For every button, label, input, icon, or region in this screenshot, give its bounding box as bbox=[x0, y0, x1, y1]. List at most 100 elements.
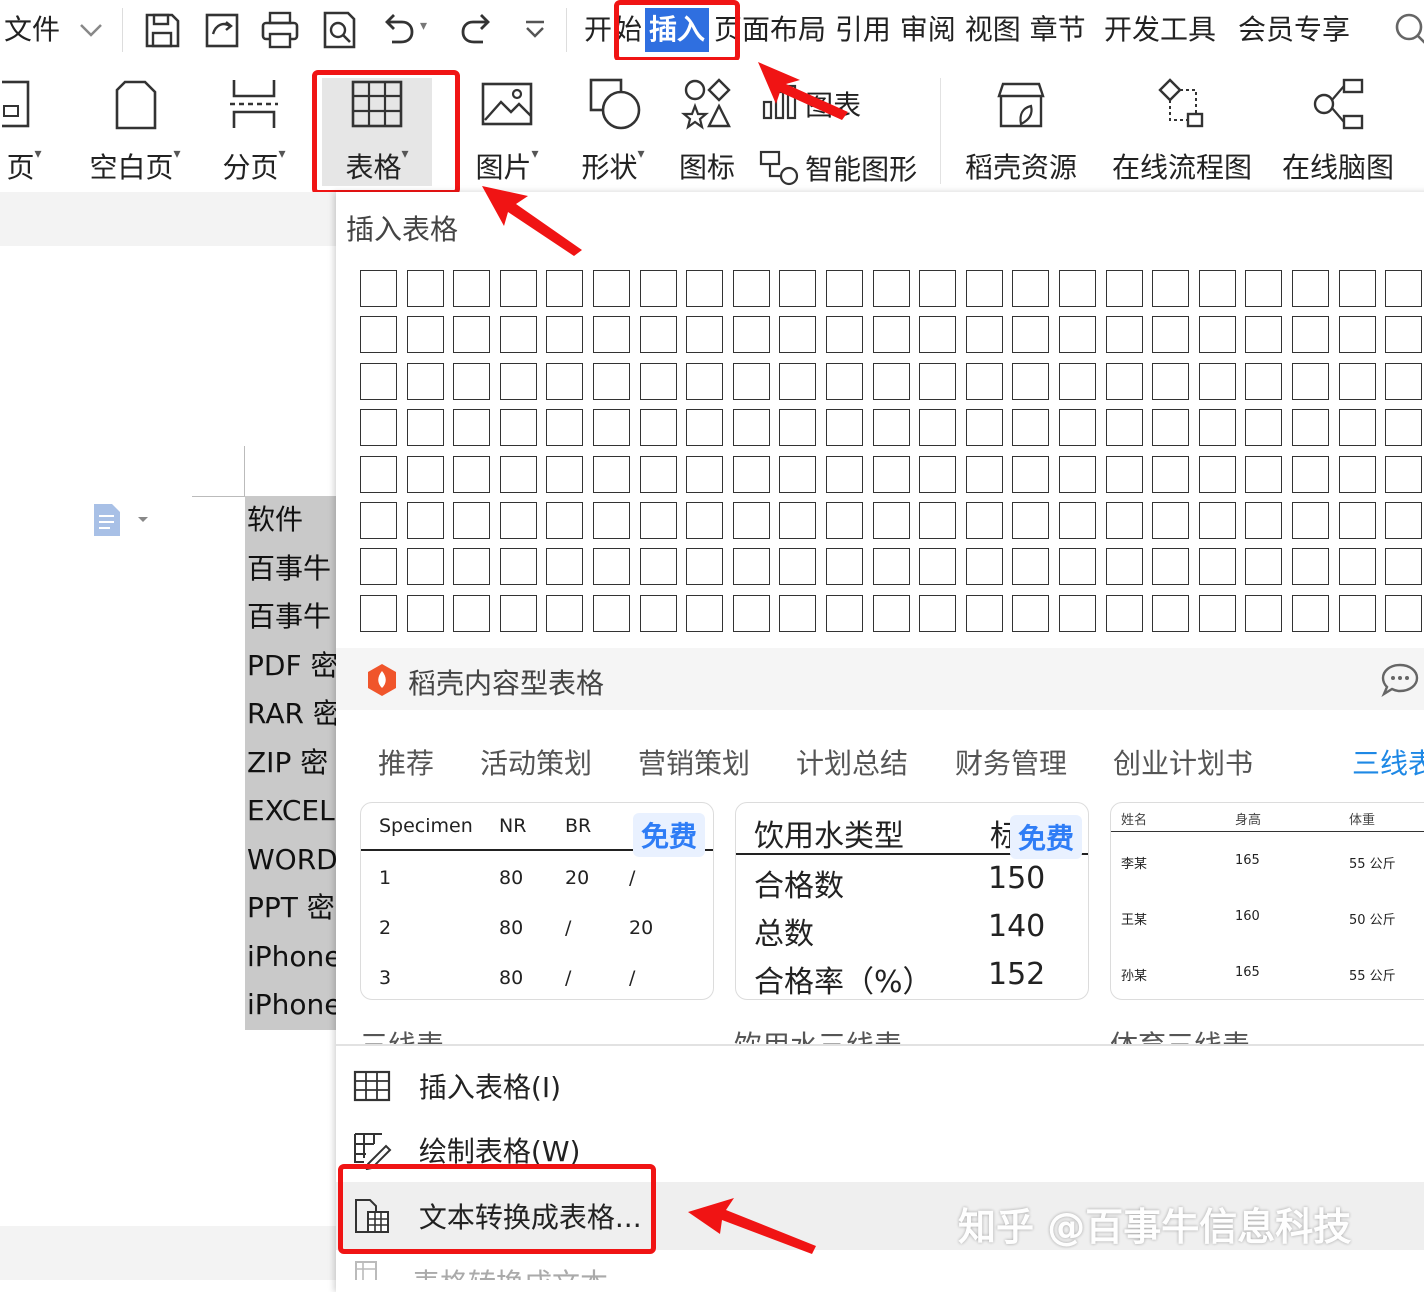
table-grid-cell[interactable] bbox=[499, 270, 537, 307]
search-icon[interactable] bbox=[1392, 10, 1424, 54]
table-grid-cell[interactable] bbox=[639, 502, 677, 539]
document-line[interactable]: iPhone bbox=[245, 981, 336, 1030]
table-grid-cell[interactable] bbox=[1338, 270, 1376, 307]
export-icon[interactable] bbox=[200, 8, 244, 52]
table-grid-cell[interactable] bbox=[453, 594, 491, 632]
table-grid-cell[interactable] bbox=[1338, 548, 1376, 586]
table-grid-cell[interactable] bbox=[1338, 409, 1376, 447]
table-grid-cell[interactable] bbox=[1152, 409, 1190, 447]
table-grid-cell[interactable] bbox=[639, 594, 677, 632]
table-grid-cell[interactable] bbox=[360, 316, 397, 354]
table-grid-cell[interactable] bbox=[965, 455, 1003, 493]
table-grid-cell[interactable] bbox=[1245, 270, 1283, 307]
table-grid-cell[interactable] bbox=[360, 594, 397, 632]
customize-toolbar-icon[interactable] bbox=[522, 14, 548, 48]
table-grid-cell[interactable] bbox=[686, 409, 724, 447]
table-grid-cell[interactable] bbox=[1292, 409, 1329, 447]
category-recommended[interactable]: 推荐 bbox=[378, 742, 434, 782]
table-grid-cell[interactable] bbox=[406, 270, 444, 307]
table-grid-cell[interactable] bbox=[826, 548, 863, 586]
table-grid-cell[interactable] bbox=[1198, 409, 1236, 447]
table-grid-cell[interactable] bbox=[360, 409, 397, 447]
table-grid-cell[interactable] bbox=[1198, 455, 1236, 493]
picture-button[interactable]: 图片▾ bbox=[462, 76, 552, 188]
table-grid-cell[interactable] bbox=[1292, 362, 1329, 400]
table-grid-cell[interactable] bbox=[406, 502, 444, 539]
table-grid-cell[interactable] bbox=[919, 455, 957, 493]
table-grid-cell[interactable] bbox=[1198, 270, 1236, 307]
table-grid-cell[interactable] bbox=[639, 548, 677, 586]
table-grid-cell[interactable] bbox=[1012, 502, 1050, 539]
table-grid-cell[interactable] bbox=[453, 409, 491, 447]
table-grid-cell[interactable] bbox=[1012, 548, 1050, 586]
table-grid-cell[interactable] bbox=[593, 502, 630, 539]
table-grid-cell[interactable] bbox=[826, 455, 863, 493]
table-grid-cell[interactable] bbox=[965, 270, 1003, 307]
table-grid-cell[interactable] bbox=[1012, 362, 1050, 400]
table-grid-cell[interactable] bbox=[1152, 594, 1190, 632]
table-grid-cell[interactable] bbox=[732, 409, 770, 447]
tab-member[interactable]: 会员专享 bbox=[1238, 0, 1350, 60]
table-grid-cell[interactable] bbox=[872, 594, 910, 632]
table-grid-cell[interactable] bbox=[779, 316, 817, 354]
table-grid-cell[interactable] bbox=[1105, 316, 1143, 354]
table-grid-cell[interactable] bbox=[1245, 316, 1283, 354]
table-grid-cell[interactable] bbox=[779, 594, 817, 632]
online-flowchart-button[interactable]: 在线流程图 bbox=[1106, 76, 1258, 188]
table-grid-cell[interactable] bbox=[546, 455, 584, 493]
table-grid-cell[interactable] bbox=[1059, 362, 1096, 400]
chart-button[interactable]: 图表 bbox=[760, 84, 861, 128]
table-grid-cell[interactable] bbox=[546, 316, 584, 354]
table-grid-cell[interactable] bbox=[360, 502, 397, 539]
table-grid-cell[interactable] bbox=[779, 270, 817, 307]
table-grid-cell[interactable] bbox=[872, 455, 910, 493]
table-grid-cell[interactable] bbox=[453, 502, 491, 539]
table-grid-cell[interactable] bbox=[499, 594, 537, 632]
table-grid-cell[interactable] bbox=[639, 362, 677, 400]
table-grid-cell[interactable] bbox=[546, 362, 584, 400]
table-grid-cell[interactable] bbox=[686, 316, 724, 354]
table-grid-cell[interactable] bbox=[1152, 270, 1190, 307]
table-grid-cell[interactable] bbox=[453, 270, 491, 307]
table-grid-cell[interactable] bbox=[546, 270, 584, 307]
template-card-drinking-water[interactable]: 饮用水类型 标 合格数 150 总数 140 合格率（%） 152 免费 bbox=[735, 802, 1089, 1000]
table-grid-cell[interactable] bbox=[1245, 362, 1283, 400]
table-grid-cell[interactable] bbox=[826, 362, 863, 400]
table-grid-cell[interactable] bbox=[1198, 316, 1236, 354]
table-grid-cell[interactable] bbox=[732, 594, 770, 632]
table-grid-cell[interactable] bbox=[546, 594, 584, 632]
category-plan-summary[interactable]: 计划总结 bbox=[796, 742, 908, 782]
table-grid-cell[interactable] bbox=[872, 362, 910, 400]
table-grid-cell[interactable] bbox=[1198, 594, 1236, 632]
chevron-down-icon[interactable] bbox=[78, 12, 104, 52]
table-grid-cell[interactable] bbox=[499, 316, 537, 354]
table-grid-cell[interactable] bbox=[1152, 316, 1190, 354]
table-grid-cell[interactable] bbox=[1385, 548, 1423, 586]
table-grid-cell[interactable] bbox=[499, 548, 537, 586]
table-grid-cell[interactable] bbox=[779, 362, 817, 400]
table-grid-cell[interactable] bbox=[1385, 455, 1423, 493]
table-grid-cell[interactable] bbox=[686, 455, 724, 493]
table-to-text-menu-item[interactable]: 表格转换成文本 bbox=[336, 1256, 1424, 1280]
table-grid-cell[interactable] bbox=[1105, 502, 1143, 539]
table-grid-cell[interactable] bbox=[1059, 409, 1096, 447]
table-grid-cell[interactable] bbox=[872, 270, 910, 307]
table-grid-cell[interactable] bbox=[593, 548, 630, 586]
page-break-button[interactable]: 分页▾ bbox=[212, 76, 296, 188]
template-card-sports[interactable]: 姓名 身高 体重 李某 165 55 公斤 王某 160 50 公斤 孙某 16… bbox=[1110, 802, 1424, 1000]
table-grid-cell[interactable] bbox=[499, 502, 537, 539]
table-grid-cell[interactable] bbox=[1338, 502, 1376, 539]
table-grid-cell[interactable] bbox=[639, 409, 677, 447]
cover-page-button[interactable]: 页▾ bbox=[0, 76, 54, 188]
table-grid-cell[interactable] bbox=[779, 502, 817, 539]
table-grid-cell[interactable] bbox=[1385, 594, 1423, 632]
table-grid-cell[interactable] bbox=[406, 362, 444, 400]
table-grid-cell[interactable] bbox=[1385, 502, 1423, 539]
table-grid-cell[interactable] bbox=[965, 409, 1003, 447]
table-grid-cell[interactable] bbox=[872, 409, 910, 447]
table-grid-cell[interactable] bbox=[686, 594, 724, 632]
shape-button[interactable]: 形状▾ bbox=[568, 76, 658, 188]
blank-page-button[interactable]: 空白页▾ bbox=[80, 76, 190, 188]
table-grid-cell[interactable] bbox=[1338, 594, 1376, 632]
table-grid-cell[interactable] bbox=[919, 502, 957, 539]
